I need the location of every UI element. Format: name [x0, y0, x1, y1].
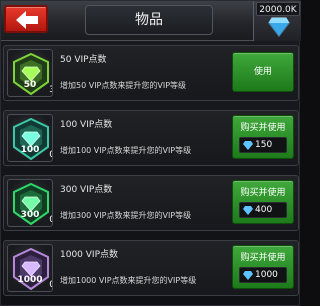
item-quantity: 0 [43, 279, 52, 291]
item-quantity: 3 [43, 84, 52, 96]
vip-item-slot[interactable]: 50 3 [7, 49, 53, 97]
price-value: 1000 [255, 270, 278, 280]
price-value: 150 [255, 140, 273, 150]
back-arrow-icon [16, 11, 38, 29]
item-description: 增加100 VIP点数来提升您的VIP等级 [60, 146, 192, 155]
price-value: 400 [255, 205, 273, 215]
currency-amount: 2000.0K [256, 2, 300, 16]
buy-and-use-button[interactable]: 购买并使用 150 [232, 115, 294, 159]
buy-and-use-button[interactable]: 购买并使用 400 [232, 180, 294, 224]
diamond-icon [243, 271, 253, 280]
item-name: 50 VIP点数 [60, 55, 107, 65]
list-item: 100 0 100 VIP点数 增加100 VIP点数来提升您的VIP等级 购买… [3, 110, 299, 166]
item-name: 100 VIP点数 [60, 120, 113, 130]
use-button[interactable]: 使用 [232, 52, 294, 92]
list-item: 50 3 50 VIP点数 增加50 VIP点数来提升您的VIP等级 使用 [3, 45, 299, 101]
vip-item-slot[interactable]: 1000 0 [7, 244, 53, 292]
diamond-icon [268, 17, 290, 37]
page-title: 物品 [85, 5, 213, 35]
app-frame: 物品 2000.0K 50 3 50 VIP点数 增加50 VI [0, 0, 301, 306]
buy-and-use-label: 购买并使用 [240, 253, 286, 263]
back-button[interactable] [4, 5, 48, 33]
list-item: 300 0 300 VIP点数 增加300 VIP点数来提升您的VIP等级 购买… [3, 175, 299, 231]
diamond-icon [243, 141, 253, 150]
item-name: 300 VIP点数 [60, 185, 113, 195]
buy-and-use-button[interactable]: 购买并使用 1000 [232, 245, 294, 289]
item-description: 增加1000 VIP点数来提升您的VIP等级 [60, 276, 197, 285]
diamond-icon [243, 206, 253, 215]
item-description: 增加300 VIP点数来提升您的VIP等级 [60, 211, 192, 220]
price-tag: 400 [239, 202, 287, 218]
vip-item-slot[interactable]: 300 0 [7, 179, 53, 227]
item-description: 增加50 VIP点数来提升您的VIP等级 [60, 81, 187, 90]
buy-and-use-label: 购买并使用 [240, 188, 286, 198]
buy-and-use-label: 购买并使用 [240, 123, 286, 133]
currency-display[interactable]: 2000.0K [253, 1, 301, 41]
list-item: 1000 0 1000 VIP点数 增加1000 VIP点数来提升您的VIP等级… [3, 240, 299, 296]
item-quantity: 0 [43, 214, 52, 226]
vip-item-slot[interactable]: 100 0 [7, 114, 53, 162]
item-quantity: 0 [43, 149, 52, 161]
top-bar: 物品 2000.0K [1, 1, 301, 41]
item-name: 1000 VIP点数 [60, 250, 119, 260]
price-tag: 1000 [239, 267, 287, 283]
price-tag: 150 [239, 137, 287, 153]
